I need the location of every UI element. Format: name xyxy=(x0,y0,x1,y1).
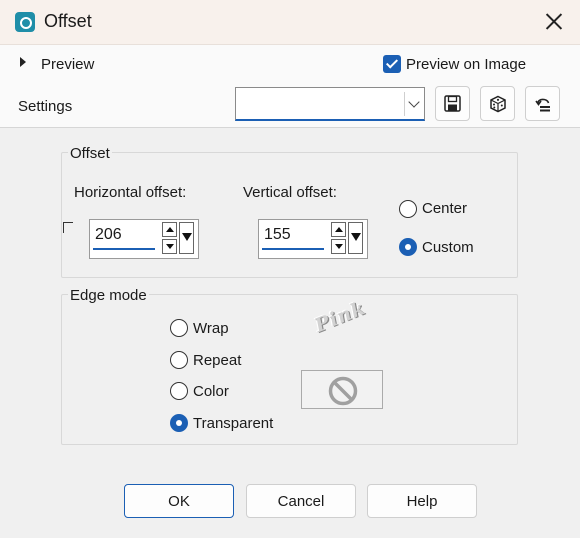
custom-radio-label[interactable]: Custom xyxy=(422,239,474,256)
chevron-down-icon[interactable] xyxy=(408,98,420,108)
randomize-dice-icon xyxy=(490,95,506,113)
offset-app-icon xyxy=(15,12,35,32)
preview-label[interactable]: Preview xyxy=(41,56,94,73)
save-preset-button[interactable] xyxy=(435,86,470,121)
expand-preview-icon[interactable] xyxy=(20,56,28,68)
ok-button[interactable]: OK xyxy=(124,484,234,518)
randomize-button[interactable] xyxy=(480,86,515,121)
horizontal-dropdown-icon[interactable] xyxy=(179,222,194,254)
vertical-dropdown-icon[interactable] xyxy=(348,222,363,254)
vertical-offset-label: Vertical offset: xyxy=(243,184,337,201)
help-button[interactable]: Help xyxy=(367,484,477,518)
link-offsets-marker[interactable] xyxy=(63,222,73,233)
repeat-radio[interactable] xyxy=(170,351,188,369)
horizontal-offset-input[interactable]: 206 xyxy=(93,226,155,250)
settings-label: Settings xyxy=(18,98,73,115)
no-color-icon xyxy=(328,376,358,406)
vertical-offset-spinner: 155 xyxy=(258,219,368,259)
center-radio-label[interactable]: Center xyxy=(422,200,467,217)
title-bar: Offset xyxy=(0,0,580,45)
wrap-radio-label[interactable]: Wrap xyxy=(193,320,229,337)
transparent-radio[interactable] xyxy=(170,414,188,432)
vertical-increment-icon[interactable] xyxy=(331,222,346,237)
edge-mode-group-title: Edge mode xyxy=(68,287,149,304)
color-radio-label[interactable]: Color xyxy=(193,383,229,400)
preview-settings-panel: Preview Preview on Image Settings xyxy=(0,45,580,128)
color-radio[interactable] xyxy=(170,382,188,400)
vertical-decrement-icon[interactable] xyxy=(331,239,346,254)
offset-group-title: Offset xyxy=(68,145,112,162)
preview-on-image-label[interactable]: Preview on Image xyxy=(406,56,526,73)
horizontal-offset-spinner: 206 xyxy=(89,219,199,259)
save-preset-icon xyxy=(444,95,461,112)
dropdown-separator xyxy=(404,92,405,116)
custom-radio[interactable] xyxy=(399,238,417,256)
reset-icon xyxy=(535,98,550,112)
window-title: Offset xyxy=(44,11,92,31)
reset-button[interactable] xyxy=(525,86,560,121)
close-icon[interactable] xyxy=(540,8,568,36)
horizontal-offset-label: Horizontal offset: xyxy=(74,184,187,201)
horizontal-increment-icon[interactable] xyxy=(162,222,177,237)
preview-on-image-checkbox[interactable] xyxy=(383,55,401,73)
edge-mode-group xyxy=(61,294,518,445)
wrap-radio[interactable] xyxy=(170,319,188,337)
transparent-radio-label[interactable]: Transparent xyxy=(193,415,273,432)
repeat-radio-label[interactable]: Repeat xyxy=(193,352,241,369)
settings-preset-dropdown[interactable] xyxy=(235,87,425,121)
cancel-button[interactable]: Cancel xyxy=(246,484,356,518)
edge-color-swatch[interactable] xyxy=(301,370,383,409)
center-radio[interactable] xyxy=(399,200,417,218)
vertical-offset-input[interactable]: 155 xyxy=(262,226,324,250)
horizontal-decrement-icon[interactable] xyxy=(162,239,177,254)
